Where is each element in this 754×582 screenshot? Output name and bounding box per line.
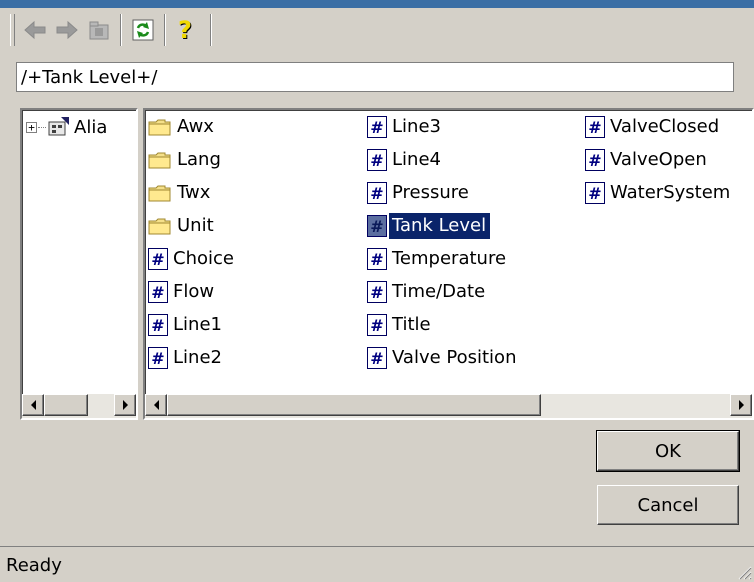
tag-icon: # — [367, 248, 387, 270]
scroll-thumb[interactable] — [44, 394, 88, 416]
list-item-label: Temperature — [392, 248, 507, 269]
tag-icon: # — [585, 149, 605, 171]
list-item[interactable]: # Line3 — [367, 114, 445, 140]
list-item[interactable]: Unit — [148, 213, 218, 239]
folder-icon — [148, 152, 171, 169]
list-item-label: Tank Level — [389, 213, 491, 239]
tag-icon: # — [148, 281, 168, 303]
arrow-right-icon — [56, 20, 78, 40]
list-item[interactable]: Twx — [148, 180, 214, 206]
folder-up-button[interactable] — [84, 15, 114, 45]
list-item[interactable]: # Title — [367, 312, 435, 338]
list-item-label: ValveOpen — [610, 149, 707, 170]
toolbar: ? ? — [10, 12, 310, 48]
tag-icon: # — [148, 314, 168, 336]
list-item-label: Line3 — [392, 116, 441, 137]
tag-icon: # — [367, 314, 387, 336]
list-item[interactable]: # Tank Level — [367, 213, 491, 239]
list-item-label: Time/Date — [392, 281, 486, 302]
tag-icon: # — [367, 215, 387, 237]
expand-icon[interactable]: + — [26, 121, 37, 133]
list-item[interactable]: # Line2 — [148, 345, 226, 371]
toolbar-separator — [120, 14, 122, 46]
scroll-thumb[interactable] — [167, 394, 541, 416]
tag-icon: # — [367, 347, 387, 369]
refresh-icon — [132, 19, 154, 41]
toolbar-separator — [210, 14, 212, 46]
list-item-label: Valve Position — [392, 347, 517, 368]
toolbar-grip[interactable] — [10, 14, 15, 46]
tree-pane[interactable]: + Alia — [20, 108, 138, 420]
toolbar-separator — [164, 14, 166, 46]
tag-icon: # — [585, 182, 605, 204]
list-pane[interactable]: Awx Lang Twx Unit # Choice # Flow # Line1 # Line2 # L… — [143, 108, 754, 420]
folder-up-icon — [89, 21, 109, 40]
tag-icon: # — [148, 248, 168, 270]
list-item-label: Flow — [173, 281, 215, 302]
window-top-edge — [0, 0, 754, 8]
resize-grip-icon[interactable] — [736, 564, 752, 580]
help-icon: ? ? — [178, 17, 193, 43]
list-item[interactable]: # Flow — [148, 279, 218, 305]
tree-item-label: Alia — [74, 116, 108, 138]
back-button[interactable] — [20, 15, 50, 45]
list-item[interactable]: # WaterSystem — [585, 180, 734, 206]
list-item[interactable]: Awx — [148, 114, 218, 140]
tag-icon: # — [367, 149, 387, 171]
scroll-left-button[interactable] — [145, 394, 167, 416]
folder-icon — [148, 185, 171, 202]
status-text: Ready — [6, 555, 62, 576]
tree-item-root[interactable]: + Alia — [26, 116, 107, 138]
list-item[interactable]: Lang — [148, 147, 225, 173]
tree-horizontal-scrollbar[interactable] — [22, 394, 136, 418]
refresh-button[interactable] — [128, 15, 158, 45]
list-item-label: Twx — [177, 182, 211, 203]
svg-text:?: ? — [178, 17, 192, 43]
folder-icon — [148, 119, 171, 136]
tag-icon: # — [367, 182, 387, 204]
scroll-left-button[interactable] — [22, 394, 44, 416]
tag-icon: # — [148, 347, 168, 369]
ok-button[interactable]: OK — [596, 430, 740, 472]
list-item[interactable]: # Choice — [148, 246, 238, 272]
scroll-left-icon — [153, 400, 159, 410]
scroll-right-button[interactable] — [730, 394, 752, 416]
list-item-label: Awx — [177, 116, 214, 137]
list-item[interactable]: # Time/Date — [367, 279, 489, 305]
tag-icon: # — [367, 116, 387, 138]
arrow-left-icon — [24, 20, 46, 40]
list-item-label: Line2 — [173, 347, 222, 368]
list-item-label: Lang — [177, 149, 221, 170]
scroll-right-icon — [738, 400, 744, 410]
list-item-label: Line1 — [173, 314, 222, 335]
list-item-label: Choice — [173, 248, 234, 269]
tag-icon: # — [585, 116, 605, 138]
list-item[interactable]: # ValveOpen — [585, 147, 711, 173]
list-item[interactable]: # Valve Position — [367, 345, 520, 371]
scroll-right-icon — [122, 400, 128, 410]
scroll-right-button[interactable] — [114, 394, 136, 416]
cancel-button[interactable]: Cancel — [597, 485, 739, 525]
list-item-label: Pressure — [392, 182, 469, 203]
list-item-label: WaterSystem — [610, 182, 731, 203]
list-horizontal-scrollbar[interactable] — [145, 394, 752, 418]
tag-icon: # — [367, 281, 387, 303]
help-button[interactable]: ? ? — [172, 15, 202, 45]
status-bar: Ready — [0, 546, 754, 582]
list-item[interactable]: # Line1 — [148, 312, 226, 338]
list-item[interactable]: # Line4 — [367, 147, 445, 173]
list-item[interactable]: # Temperature — [367, 246, 510, 272]
scroll-left-icon — [30, 400, 36, 410]
forward-button[interactable] — [52, 15, 82, 45]
alias-root-icon — [48, 117, 69, 136]
list-item-label: Unit — [177, 215, 214, 236]
list-item[interactable]: # Pressure — [367, 180, 473, 206]
list-item-label: ValveClosed — [610, 116, 720, 137]
list-item-label: Title — [392, 314, 431, 335]
list-item[interactable]: # ValveClosed — [585, 114, 723, 140]
folder-icon — [148, 218, 171, 235]
list-item-label: Line4 — [392, 149, 441, 170]
path-input[interactable] — [16, 62, 734, 92]
